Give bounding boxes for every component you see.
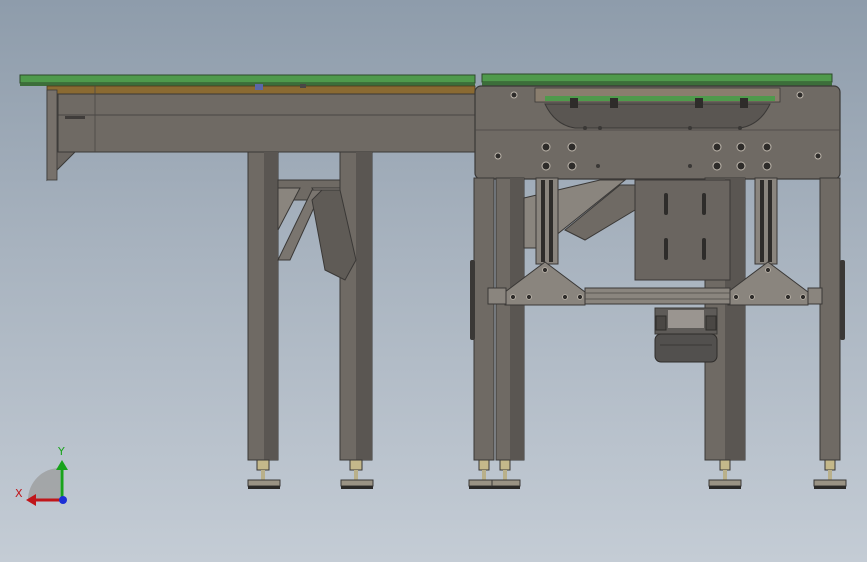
right-belt bbox=[481, 73, 833, 83]
left-conveyor bbox=[19, 74, 476, 489]
lift-cylinder-right bbox=[754, 177, 778, 265]
right-foot-3 bbox=[708, 459, 742, 489]
x-axis-label: X bbox=[15, 487, 23, 500]
right-foot-4 bbox=[813, 459, 847, 489]
right-foot-2 bbox=[491, 459, 521, 489]
left-foot-2 bbox=[340, 459, 374, 489]
right-leg-outer-right bbox=[819, 177, 841, 461]
cross-rail bbox=[584, 287, 731, 305]
right-leg-outer-left bbox=[473, 177, 495, 461]
right-transfer-unit bbox=[468, 73, 847, 489]
orientation-triad: Y X bbox=[15, 445, 68, 506]
z-axis-dot bbox=[59, 496, 67, 504]
motor-mount-plate bbox=[634, 179, 731, 281]
cad-viewport[interactable]: Y X bbox=[0, 0, 867, 562]
left-side-rail bbox=[46, 93, 476, 153]
lift-cylinder-left bbox=[535, 177, 559, 265]
left-foot-1 bbox=[247, 459, 281, 489]
left-belt bbox=[19, 74, 476, 84]
y-axis-label: Y bbox=[57, 445, 65, 458]
drive-motor bbox=[654, 307, 718, 363]
